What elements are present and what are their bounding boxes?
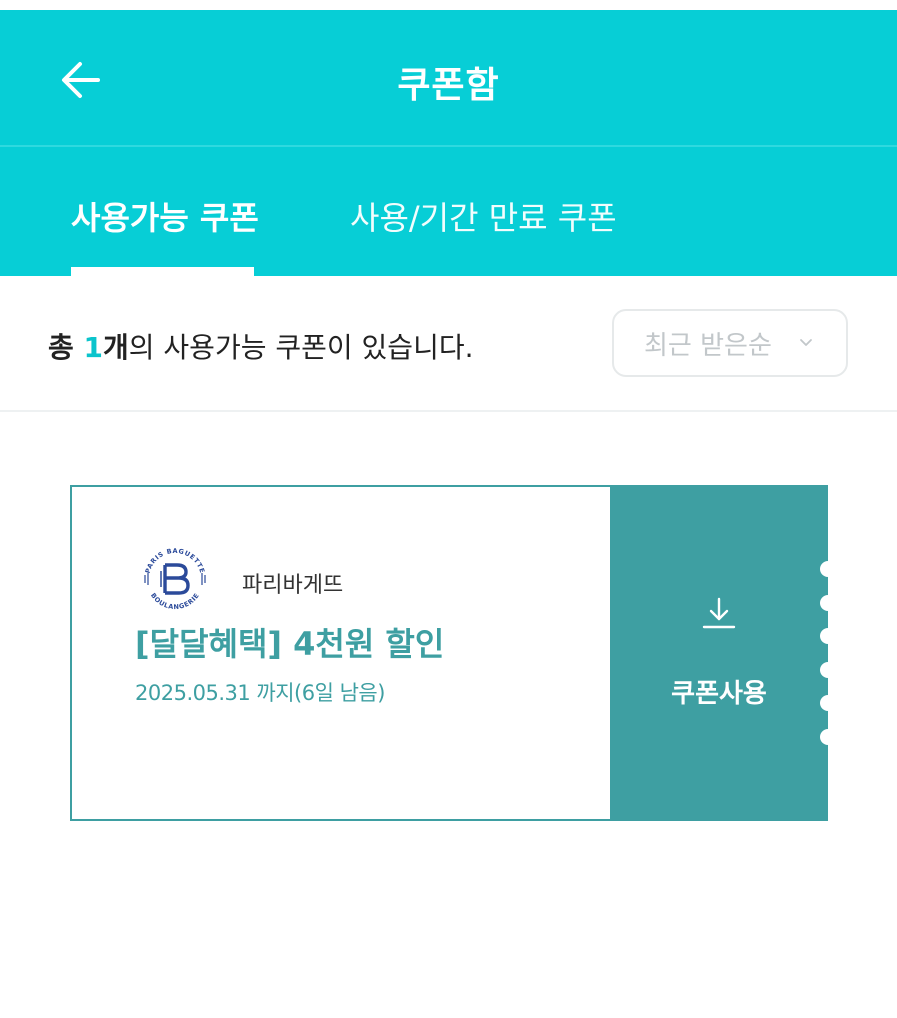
paris-baguette-logo: PARIS BAGUETTE BOULANGERIE xyxy=(144,547,207,611)
summary-unit: 개 xyxy=(103,331,129,364)
coupon-info: PARIS BAGUETTE BOULANGERIE 파리바게뜨 [달달혜택] … xyxy=(70,485,610,821)
coupon-box-screen: 쿠폰함 사용가능 쿠폰 사용/기간 만료 쿠폰 총 1개의 사용가능 쿠폰이 있… xyxy=(0,0,897,1018)
use-coupon-label: 쿠폰사용 xyxy=(671,679,767,709)
ticket-notch xyxy=(820,628,836,644)
coupon-title: [달달혜택] 4천원 할인 xyxy=(135,625,445,663)
tab-available-coupons[interactable]: 사용가능 쿠폰 xyxy=(71,193,259,239)
app-header: 쿠폰함 xyxy=(0,10,897,145)
ticket-notch xyxy=(820,561,836,577)
coupon-expiry: 2025.05.31 까지(6일 남음) xyxy=(135,681,385,705)
sort-dropdown[interactable]: 최근 받은순 xyxy=(612,309,848,377)
summary-suffix: 의 사용가능 쿠폰이 있습니다. xyxy=(128,331,474,364)
coupon-tabs: 사용가능 쿠폰 사용/기간 만료 쿠폰 xyxy=(0,147,897,276)
ticket-notch xyxy=(820,695,836,711)
summary-prefix: 총 xyxy=(48,331,84,364)
sort-selected-label: 최근 받은순 xyxy=(644,330,772,361)
brand-name: 파리바게뜨 xyxy=(242,573,344,598)
tab-used-expired-coupons[interactable]: 사용/기간 만료 쿠폰 xyxy=(350,193,617,239)
use-coupon-button[interactable]: 쿠폰사용 xyxy=(610,485,836,821)
summary-count: 1 xyxy=(83,331,103,364)
chevron-down-icon xyxy=(800,339,812,346)
active-tab-indicator xyxy=(71,267,254,276)
ticket-notch xyxy=(820,729,836,745)
list-divider xyxy=(0,410,897,412)
ticket-notch xyxy=(820,662,836,678)
page-title: 쿠폰함 xyxy=(397,65,500,106)
coupon-count-summary: 총 1개의 사용가능 쿠폰이 있습니다. xyxy=(48,326,474,366)
coupon-card: PARIS BAGUETTE BOULANGERIE 파리바게뜨 [달달혜택] … xyxy=(70,485,836,821)
ticket-notch xyxy=(820,595,836,611)
status-bar-area xyxy=(0,0,897,10)
download-icon xyxy=(702,597,736,629)
svg-text:PARIS BAGUETTE: PARIS BAGUETTE xyxy=(144,547,207,574)
